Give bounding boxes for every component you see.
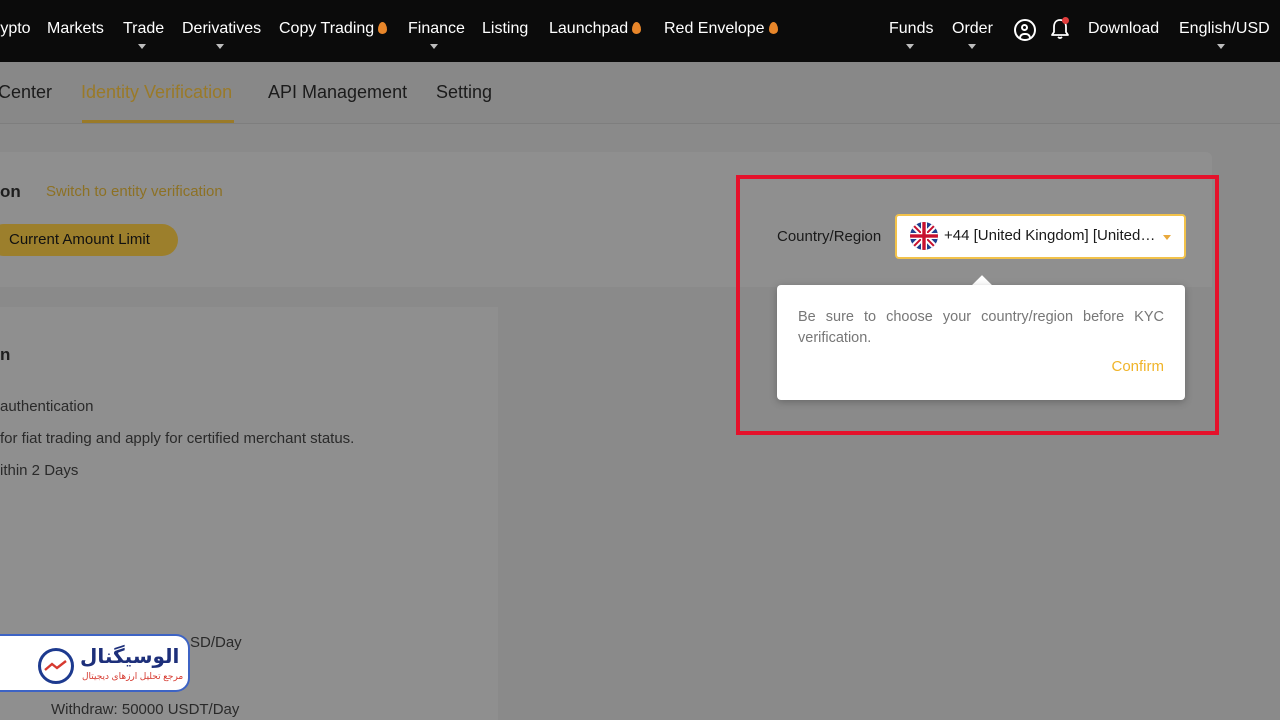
- level-requirement: authentication: [0, 398, 94, 415]
- nav-funds-label: Funds: [889, 20, 934, 37]
- flame-icon: [632, 22, 642, 34]
- chevron-down-icon: [968, 44, 976, 49]
- country-region-select[interactable]: +44 [United Kingdom] [United Kingdom]: [895, 214, 1186, 259]
- country-notice-popover: Be sure to choose your country/region be…: [777, 285, 1185, 400]
- nav-red-envelope-label: Red Envelope: [664, 20, 765, 37]
- country-region-label: Country/Region: [777, 228, 882, 245]
- nav-order-label: Order: [952, 20, 993, 37]
- watermark-title: الوسیگنال: [80, 646, 180, 668]
- nav-crypto-label: rypto: [0, 20, 31, 37]
- active-tab-indicator: [82, 120, 234, 123]
- watermark-subtitle: مرجع تحلیل ارزهای دیجیتال: [82, 671, 184, 681]
- popover-message: Be sure to choose your country/region be…: [798, 309, 1164, 346]
- confirm-button[interactable]: Confirm: [1111, 358, 1164, 375]
- nav-download-label: Download: [1088, 20, 1160, 37]
- chevron-down-icon: [1217, 44, 1225, 49]
- switch-entity-link[interactable]: Switch to entity verification: [46, 183, 223, 200]
- notification-dot: [1062, 17, 1069, 24]
- nav-markets-label: Markets: [47, 20, 104, 37]
- current-amount-limit-button[interactable]: Current Amount Limit: [0, 224, 178, 256]
- verification-heading: on: [0, 182, 21, 201]
- chevron-down-icon: [1163, 235, 1171, 240]
- level-benefit: for fiat trading and apply for certified…: [0, 430, 355, 447]
- level-heading: n: [0, 345, 11, 364]
- tab-setting[interactable]: Setting: [436, 82, 492, 103]
- trend-arrow-icon: [44, 660, 67, 671]
- nav-launchpad-label: Launchpad: [549, 20, 629, 37]
- nav-listing-label: Listing: [482, 20, 529, 37]
- chevron-down-icon: [906, 44, 914, 49]
- account-tabs: Center Identity Verification API Managem…: [0, 62, 1280, 124]
- withdraw-limit: Withdraw: 50000 USDT/Day: [51, 701, 240, 718]
- flame-icon: [768, 22, 778, 34]
- tab-api-management[interactable]: API Management: [268, 82, 407, 103]
- nav-trade-label: Trade: [123, 20, 165, 37]
- chevron-down-icon: [430, 44, 438, 49]
- selected-country: +44 [United Kingdom] [United Kingdom]: [944, 227, 1158, 244]
- chevron-down-icon: [138, 44, 146, 49]
- level-review-time: ithin 2 Days: [0, 462, 79, 479]
- watermark-logo: الوسیگنال مرجع تحلیل ارزهای دیجیتال: [0, 634, 190, 692]
- tab-center[interactable]: Center: [0, 82, 52, 103]
- top-nav: rypto Markets Trade Derivatives Copy Tra…: [0, 0, 1280, 62]
- flame-icon: [378, 22, 388, 34]
- chevron-down-icon: [216, 44, 224, 49]
- nav-copy-trading-label: Copy Trading: [279, 20, 375, 37]
- nav-language-label: English/USD: [1179, 20, 1270, 37]
- tab-identity-verification[interactable]: Identity Verification: [81, 82, 232, 103]
- deposit-limit: SD/Day: [190, 634, 242, 651]
- nav-derivatives-label: Derivatives: [182, 20, 262, 37]
- user-icon[interactable]: [1014, 19, 1036, 41]
- nav-finance-label: Finance: [408, 20, 465, 37]
- current-amount-limit-label: Current Amount Limit: [9, 231, 150, 248]
- uk-flag-icon: [910, 222, 938, 250]
